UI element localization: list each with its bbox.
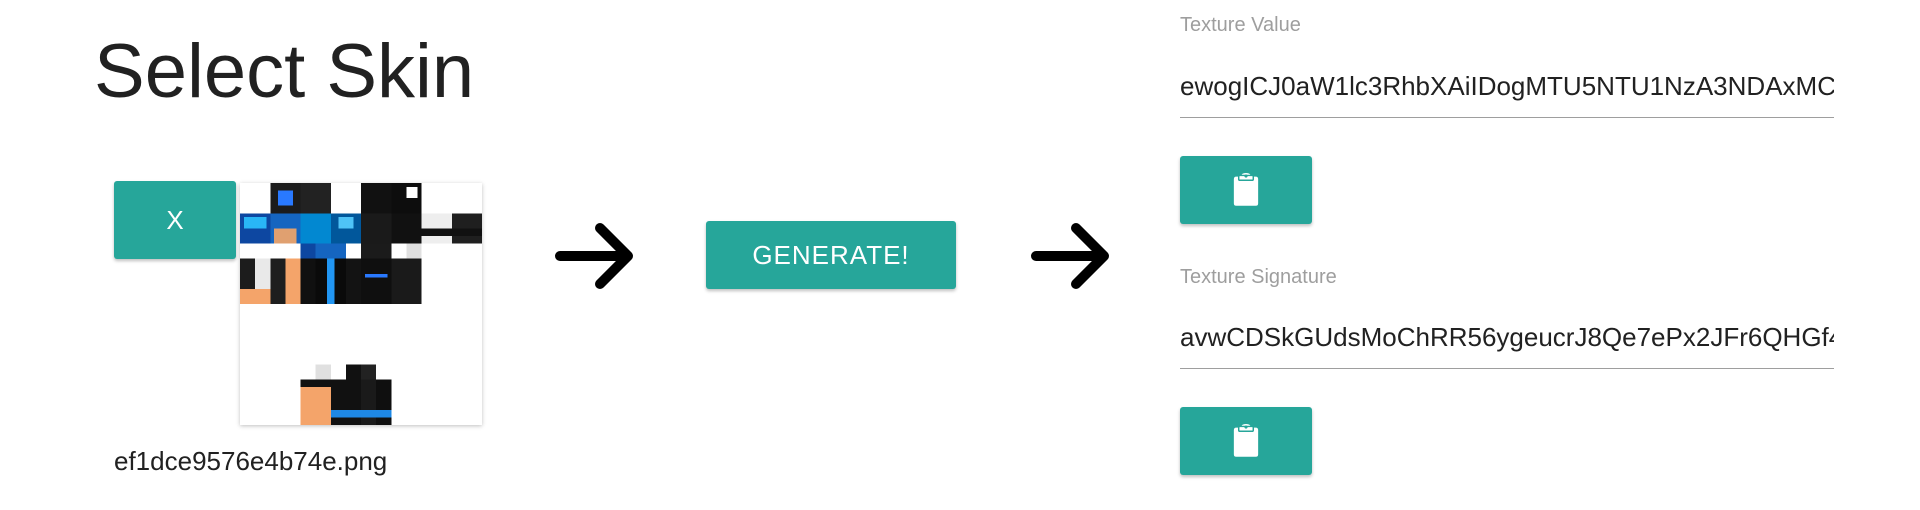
remove-skin-button[interactable]: X bbox=[114, 181, 236, 259]
copy-texture-value-button[interactable] bbox=[1180, 156, 1312, 224]
skin-filename: ef1dce9576e4b74e.png bbox=[114, 446, 388, 476]
arrow-right-icon bbox=[1031, 223, 1109, 289]
texture-value-input[interactable] bbox=[1180, 55, 1834, 118]
texture-signature-input[interactable] bbox=[1180, 306, 1834, 369]
skin-preview-image bbox=[240, 183, 482, 425]
copy-texture-signature-button[interactable] bbox=[1180, 407, 1312, 475]
texture-signature-label: Texture Signature bbox=[1180, 266, 1337, 288]
texture-value-label: Texture Value bbox=[1180, 14, 1301, 36]
generate-button[interactable]: GENERATE! bbox=[706, 221, 956, 289]
skin-generator-page: Select Skin X ef1dce9576e4b74e.png GENER… bbox=[0, 0, 1920, 510]
page-title: Select Skin bbox=[94, 29, 475, 114]
arrow-right-icon bbox=[555, 223, 633, 289]
clipboard-icon bbox=[1233, 424, 1259, 457]
clipboard-icon bbox=[1233, 173, 1259, 206]
